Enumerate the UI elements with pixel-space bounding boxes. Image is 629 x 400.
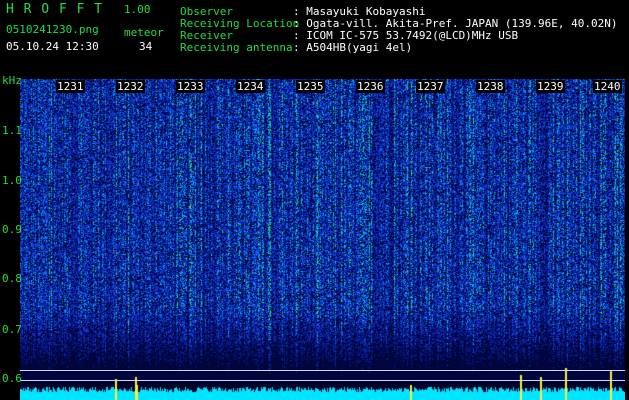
- time-tick: 1232: [116, 80, 145, 93]
- time-tick: 1236: [356, 80, 385, 93]
- receiver-label: Receiver: [180, 29, 233, 42]
- time-tick: 1235: [296, 80, 325, 93]
- time-tick: 1238: [476, 80, 505, 93]
- file-datetime: 05.10.24 12:30: [6, 40, 99, 53]
- axis-label: 0.9: [2, 223, 22, 236]
- observer-value: : Masayuki Kobayashi: [293, 5, 426, 18]
- time-tick: 1239: [536, 80, 565, 93]
- axis-unit: kHz: [2, 74, 22, 87]
- time-tick: 1240: [593, 80, 622, 93]
- observer-label: Observer: [180, 5, 233, 18]
- app-version: 1.00: [124, 3, 151, 16]
- receiver-value: : ICOM IC-575 53.7492(@LCD)MHz USB: [293, 29, 519, 42]
- axis-label: 0.8: [2, 272, 22, 285]
- frequency-marker-line: [20, 370, 625, 371]
- frequency-marker-line: [20, 380, 625, 381]
- axis-label: 1.0: [2, 174, 22, 187]
- meteor-label: meteor: [124, 26, 164, 39]
- time-tick: 1233: [176, 80, 205, 93]
- axis-label: 0.6: [2, 372, 22, 385]
- time-tick: 1237: [416, 80, 445, 93]
- app-title: H R O F F T: [6, 2, 104, 17]
- time-tick: 1231: [56, 80, 85, 93]
- antenna-value: : A504HB(yagi 4el): [293, 41, 413, 54]
- meteor-count: 34: [139, 40, 153, 53]
- spectrogram-canvas: [20, 79, 625, 400]
- time-tick: 1234: [236, 80, 265, 93]
- antenna-label: Receiving antenna: [180, 41, 293, 54]
- axis-label: 0.7: [2, 323, 22, 336]
- axis-label: 1.1: [2, 124, 22, 137]
- file-name: 0510241230.png: [6, 23, 99, 36]
- location-value: : Ogata-vill. Akita-Pref. JAPAN (139.96E…: [293, 17, 618, 30]
- location-label: Receiving Location: [180, 17, 300, 30]
